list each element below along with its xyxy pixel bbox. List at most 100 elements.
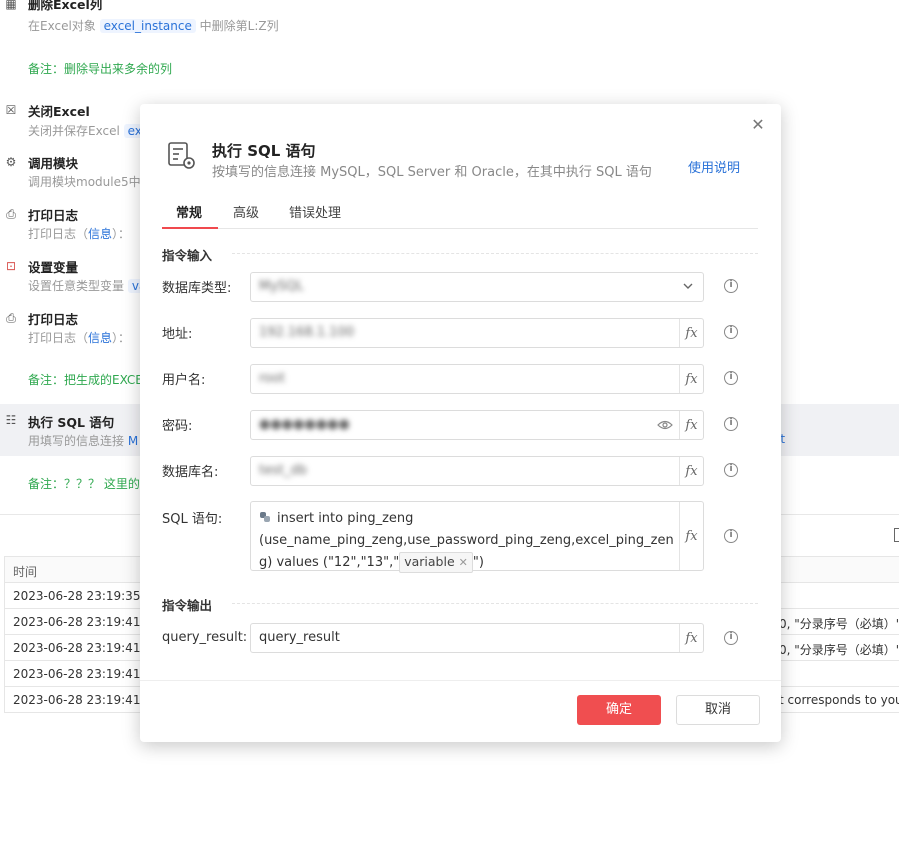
fx-button[interactable]: fx — [679, 624, 703, 652]
active-tab-indicator — [162, 227, 218, 229]
excel-close-icon: ☒ — [5, 103, 17, 117]
info-icon[interactable]: i — [724, 417, 738, 431]
panel-toggle-icon[interactable] — [894, 528, 899, 542]
variable-icon: ⊡ — [5, 259, 17, 273]
password-value: ●●●●●●●● — [259, 417, 350, 432]
section-divider — [232, 253, 758, 254]
dialog-title: 执行 SQL 语句 — [212, 142, 316, 160]
flow-item-desc: 在Excel对象 excel_instance 中删除第L:Z列 — [28, 17, 279, 34]
log-message: t corresponds to you — [779, 693, 899, 707]
sql-text: insert into ping_zeng (use_name_ping_zen… — [259, 508, 679, 574]
flow-note: 备注：把生成的EXCE — [28, 373, 143, 387]
flow-note: 备注：？？？ 这里的 — [28, 477, 140, 491]
module-icon: ⚙ — [5, 155, 17, 169]
db-type-select[interactable]: MySQL — [250, 272, 704, 302]
sql-line: (use_name_ping_zeng,use_password_ping_ze… — [259, 533, 674, 548]
query-result-label: query_result: — [162, 630, 248, 645]
printer-icon: ⎙ — [6, 206, 16, 221]
variable-chip[interactable]: variable ✕ — [399, 552, 473, 573]
address-field[interactable]: 192.168.1.100 fx — [250, 318, 704, 348]
query-result-field[interactable]: query_result fx — [250, 623, 704, 653]
flow-note: 备注：删除导出来多余的列 — [28, 62, 173, 76]
log-level-link: 信息 — [88, 227, 113, 241]
sql-line-text: ") — [472, 555, 484, 570]
section-divider — [232, 603, 758, 604]
desc-text: ）： — [112, 227, 131, 241]
sql-editor[interactable]: insert into ping_zeng (use_name_ping_zen… — [250, 501, 704, 574]
help-link[interactable]: 使用说明 — [688, 157, 740, 176]
tab-error-handling[interactable]: 错误处理 — [289, 202, 341, 221]
username-field[interactable]: root fx — [250, 364, 704, 394]
log-message: 0, "分录序号（必填）" — [779, 643, 899, 657]
db-name-label: 数据库名: — [162, 465, 219, 480]
log-time: 2023-06-28 23:19:41.6 — [13, 667, 152, 681]
chevron-down-icon — [683, 283, 693, 289]
flow-item-title: 打印日志 — [28, 312, 79, 327]
password-field[interactable]: ●●●●●●●● fx — [250, 410, 704, 440]
python-icon — [260, 512, 270, 522]
info-icon[interactable]: i — [724, 529, 738, 543]
confirm-button[interactable]: 确定 — [577, 695, 661, 725]
address-value: 192.168.1.100 — [259, 325, 355, 340]
db-name-field[interactable]: test_db fx — [250, 456, 704, 486]
query-result-value: query_result — [259, 630, 340, 645]
sql-line-text: g) values ("12","13"," — [259, 555, 400, 570]
execute-sql-dialog: ✕ 执行 SQL 语句 按填写的信息连接 MySQL，SQL Server 和 … — [140, 104, 781, 742]
password-label: 密码: — [162, 419, 193, 434]
variable-chip-label: variable — [404, 554, 455, 569]
desc-text: 关闭并保存Excel — [28, 124, 120, 138]
sql-settings-icon — [168, 142, 195, 169]
fx-button[interactable]: fx — [679, 502, 703, 570]
fx-button[interactable]: fx — [679, 365, 703, 393]
desc-text: 中删除第L:Z列 — [199, 19, 279, 33]
flow-item-desc: 关闭并保存Excel exc — [28, 122, 153, 139]
db-link: M — [127, 434, 139, 448]
flow-item-title: 删除Excel列 — [28, 0, 103, 12]
flow-item-title: 执行 SQL 语句 — [28, 415, 115, 430]
flow-item-title: 关闭Excel — [28, 104, 90, 119]
flow-item-title: 调用模块 — [28, 156, 79, 171]
desc-text: 在Excel对象 — [28, 19, 96, 33]
remove-icon[interactable]: ✕ — [459, 556, 468, 569]
info-icon[interactable]: i — [724, 325, 738, 339]
flow-item-desc: 设置任意类型变量 va — [28, 277, 151, 294]
close-icon[interactable]: ✕ — [749, 116, 767, 134]
db-type-label: 数据库类型: — [162, 281, 232, 296]
address-label: 地址: — [162, 327, 193, 342]
sql-icon: ☷ — [5, 413, 17, 427]
fx-button[interactable]: fx — [679, 457, 703, 485]
tab-advanced[interactable]: 高级 — [233, 202, 259, 221]
fx-button[interactable]: fx — [679, 411, 703, 439]
info-icon[interactable]: i — [724, 279, 738, 293]
section-title-input: 指令输入 — [162, 248, 213, 263]
flow-item-desc: 打印日志（信息）： — [28, 225, 130, 242]
footer-divider — [140, 680, 781, 681]
tab-general[interactable]: 常规 — [176, 202, 202, 221]
log-message: 0, "分录序号（必填）" — [779, 617, 899, 631]
username-value: root — [259, 371, 286, 386]
flow-item-desc: 打印日志（信息）： — [28, 329, 130, 346]
flow-item-title: 打印日志 — [28, 208, 79, 223]
sql-line-text: insert into ping_zeng — [277, 511, 414, 526]
eye-icon[interactable] — [657, 419, 673, 431]
section-title-output: 指令输出 — [162, 598, 213, 613]
info-icon[interactable]: i — [724, 371, 738, 385]
desc-text: 设置任意类型变量 — [28, 279, 125, 293]
sql-line: g) values ("12","13"," variable ✕ ") — [259, 552, 679, 574]
printer-icon: ⎙ — [6, 310, 16, 325]
excel-icon: ▦ — [5, 0, 17, 11]
log-time: 2023-06-28 23:19:41.7 — [13, 693, 152, 707]
desc-text: 用填写的信息连接 — [28, 434, 125, 448]
cancel-button[interactable]: 取消 — [676, 695, 760, 725]
flow-item-title: 设置变量 — [28, 260, 79, 275]
info-icon[interactable]: i — [724, 631, 738, 645]
info-icon[interactable]: i — [724, 463, 738, 477]
desc-text: 打印日志（ — [28, 331, 89, 345]
flow-item-desc: 调用模块module5中 — [28, 175, 141, 189]
db-type-value: MySQL — [259, 279, 304, 294]
sql-line: insert into ping_zeng — [259, 508, 679, 530]
log-time: 2023-06-28 23:19:41.4 — [13, 615, 152, 629]
column-header-time: 时间 — [13, 565, 38, 579]
flow-item-desc: 用填写的信息连接 M — [28, 432, 138, 449]
fx-button[interactable]: fx — [679, 319, 703, 347]
